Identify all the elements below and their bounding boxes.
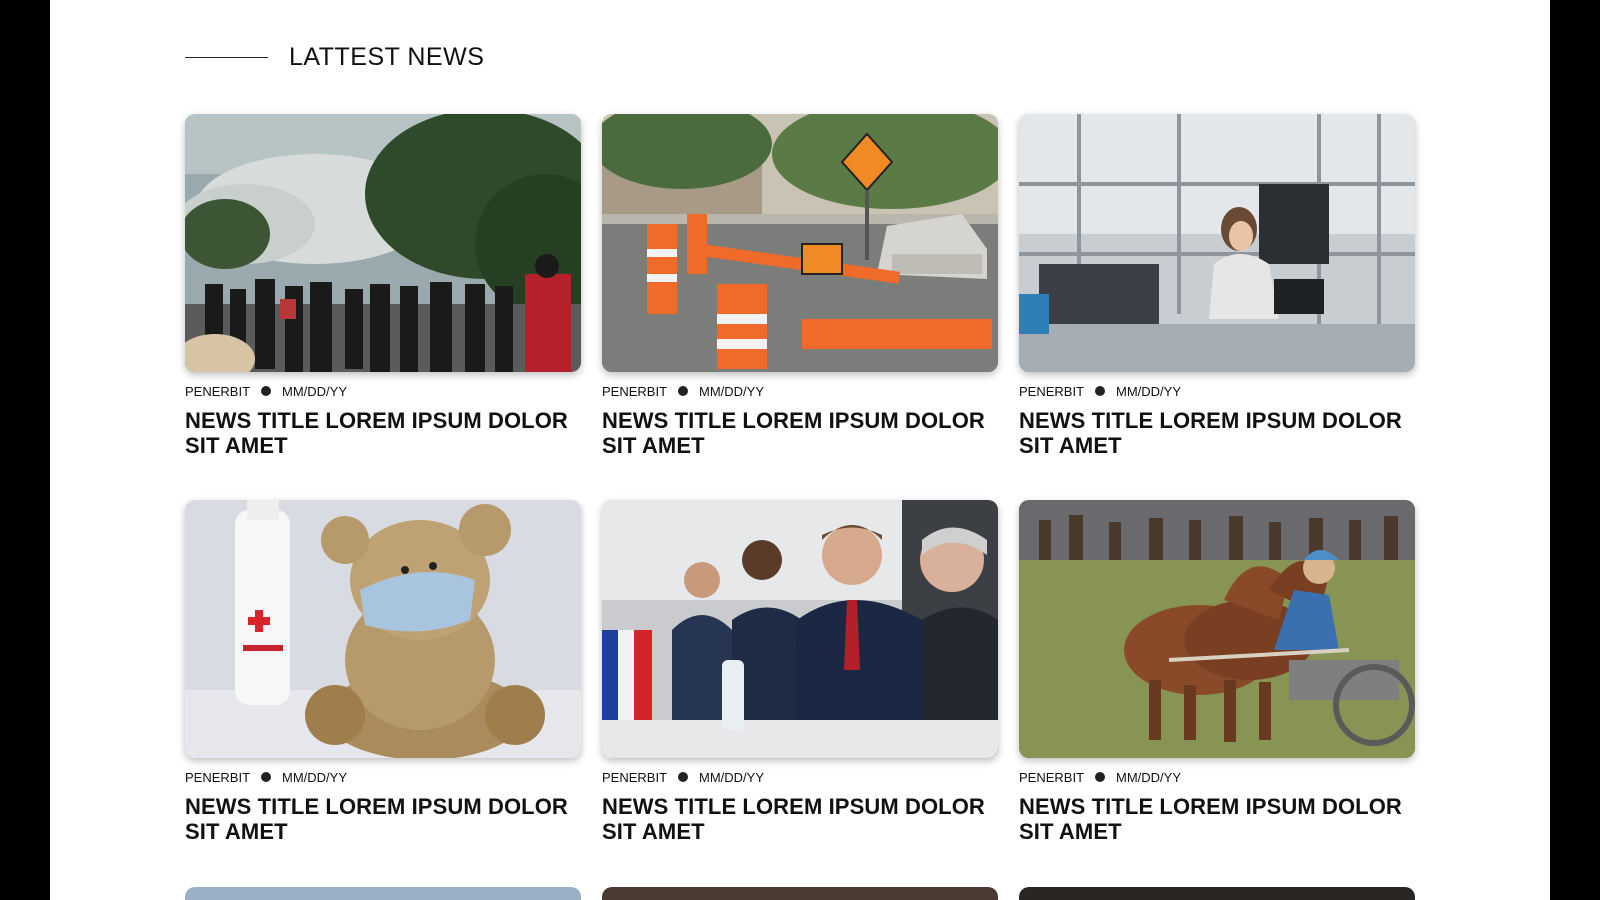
news-card[interactable]: PENERBIT MM/DD/YY NEWS TITLE LOREM IPSUM… xyxy=(185,114,581,458)
article-meta: PENERBIT MM/DD/YY xyxy=(1019,769,1415,785)
engineer-lab-photo[interactable] xyxy=(1019,114,1415,372)
article-author: PENERBIT xyxy=(1019,769,1085,785)
teddy-bear-mask-photo[interactable] xyxy=(185,500,581,758)
article-date: MM/DD/YY xyxy=(699,383,765,399)
press-conference-photo[interactable] xyxy=(602,500,998,758)
news-card[interactable]: PENERBIT MM/DD/YY NEWS TITLE LOREM IPSUM… xyxy=(185,500,581,844)
article-author: PENERBIT xyxy=(1019,383,1085,399)
article-author: PENERBIT xyxy=(185,383,251,399)
article-date: MM/DD/YY xyxy=(282,769,348,785)
news-card-thumbnail-partial[interactable] xyxy=(602,887,998,900)
separator-dot-icon xyxy=(1095,386,1106,396)
separator-dot-icon xyxy=(678,386,689,396)
news-card[interactable]: PENERBIT MM/DD/YY NEWS TITLE LOREM IPSUM… xyxy=(1019,114,1415,458)
article-meta: PENERBIT MM/DD/YY xyxy=(602,383,998,399)
news-card[interactable]: PENERBIT MM/DD/YY NEWS TITLE LOREM IPSUM… xyxy=(602,500,998,844)
article-meta: PENERBIT MM/DD/YY xyxy=(185,383,581,399)
protest-crowd-photo[interactable] xyxy=(185,114,581,372)
article-meta: PENERBIT MM/DD/YY xyxy=(185,769,581,785)
article-date: MM/DD/YY xyxy=(1116,383,1182,399)
article-title[interactable]: NEWS TITLE LOREM IPSUM DOLOR SIT AMET xyxy=(1019,794,1415,844)
separator-dot-icon xyxy=(1095,772,1106,782)
article-title[interactable]: NEWS TITLE LOREM IPSUM DOLOR SIT AMET xyxy=(1019,408,1415,458)
separator-dot-icon xyxy=(261,386,272,396)
horse-cart-race-photo[interactable] xyxy=(1019,500,1415,758)
article-meta: PENERBIT MM/DD/YY xyxy=(602,769,998,785)
news-card[interactable]: PENERBIT MM/DD/YY NEWS TITLE LOREM IPSUM… xyxy=(602,114,998,458)
news-card-thumbnail-partial[interactable] xyxy=(1019,887,1415,900)
article-title[interactable]: NEWS TITLE LOREM IPSUM DOLOR SIT AMET xyxy=(185,794,581,844)
article-title[interactable]: NEWS TITLE LOREM IPSUM DOLOR SIT AMET xyxy=(602,408,998,458)
separator-dot-icon xyxy=(261,772,272,782)
separator-dot-icon xyxy=(678,772,689,782)
news-page: LATTEST NEWS PENERBIT MM/DD/YY NEWS TITL… xyxy=(50,0,1550,900)
article-author: PENERBIT xyxy=(602,769,668,785)
article-author: PENERBIT xyxy=(602,383,668,399)
article-date: MM/DD/YY xyxy=(699,769,765,785)
article-meta: PENERBIT MM/DD/YY xyxy=(1019,383,1415,399)
article-title[interactable]: NEWS TITLE LOREM IPSUM DOLOR SIT AMET xyxy=(602,794,998,844)
article-date: MM/DD/YY xyxy=(1116,769,1182,785)
section-header: LATTEST NEWS xyxy=(185,40,484,74)
article-title[interactable]: NEWS TITLE LOREM IPSUM DOLOR SIT AMET xyxy=(185,408,581,458)
news-card-thumbnail-partial[interactable] xyxy=(185,887,581,900)
article-date: MM/DD/YY xyxy=(282,383,348,399)
section-divider-line xyxy=(185,56,268,58)
road-construction-photo[interactable] xyxy=(602,114,998,372)
section-title: LATTEST NEWS xyxy=(289,42,485,71)
news-card[interactable]: PENERBIT MM/DD/YY NEWS TITLE LOREM IPSUM… xyxy=(1019,500,1415,844)
article-author: PENERBIT xyxy=(185,769,251,785)
